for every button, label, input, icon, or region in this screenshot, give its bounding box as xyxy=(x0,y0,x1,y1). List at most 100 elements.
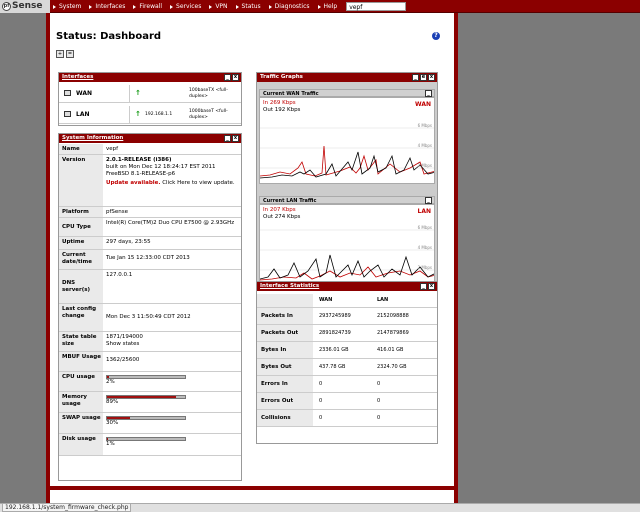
stats-lan-value: 2324.70 GB xyxy=(377,364,407,370)
stats-corner xyxy=(257,294,313,307)
traffic-graphs-widget: Traffic Graphs _ e x Current WAN Traffic _… xyxy=(256,72,438,285)
si-label: CPU usage xyxy=(59,372,103,391)
minimize-icon[interactable]: _ xyxy=(425,197,432,204)
version-freebsd: FreeBSD 8.1-RELEASE-p6 xyxy=(106,171,176,177)
hostname-box[interactable]: vepf xyxy=(346,1,407,11)
stats-label: Packets Out xyxy=(257,325,313,341)
stats-row: Bytes Out 437.78 GB 2324.70 GB xyxy=(257,359,437,376)
lan-graph-label: LAN xyxy=(417,208,432,215)
si-label: Disk usage xyxy=(59,434,103,455)
system-info-title[interactable]: System Information xyxy=(62,135,123,141)
interface-stats-widget: Interface Statistics _ x WAN LAN Packets … xyxy=(256,281,438,444)
wan-out-line xyxy=(260,151,434,179)
system-info-header: System Information _ x xyxy=(59,134,241,143)
nav-services[interactable]: Services xyxy=(167,0,206,13)
cpu-usage-fill xyxy=(107,376,109,378)
stats-label: Bytes Out xyxy=(257,359,313,375)
si-value: 297 days, 23:55 xyxy=(106,239,151,245)
swap-usage-text: 30% xyxy=(106,420,119,426)
minimize-icon[interactable]: _ xyxy=(425,90,432,97)
interfaces-widget: Interfaces _ x WAN ↑ 100baseTX <full-dupl… xyxy=(58,72,242,126)
interface-name[interactable]: WAN xyxy=(76,90,92,97)
si-value: Mon Dec 3 11:50:49 CDT 2012 xyxy=(106,314,191,320)
si-label: Platform xyxy=(59,207,103,217)
graph-tick: 2 Mbps xyxy=(417,265,432,270)
edit-icon[interactable]: e xyxy=(420,74,427,81)
update-link[interactable]: Click Here to view update. xyxy=(160,180,234,186)
nav-vpn[interactable]: VPN xyxy=(206,0,232,13)
stats-lan-value: 2147879869 xyxy=(377,330,409,336)
pfsense-logo[interactable]: pf Sense xyxy=(0,0,50,13)
save-layout-icon[interactable]: = xyxy=(66,50,74,58)
add-widget-icon[interactable]: + xyxy=(56,50,64,58)
nav-interfaces[interactable]: Interfaces xyxy=(86,0,130,13)
si-value: Intel(R) Core(TM)2 Duo CPU E7500 @ 2.93G… xyxy=(106,220,235,226)
si-version-row: Version 2.0.1-RELEASE (i386) built on Mo… xyxy=(59,155,241,207)
lan-out-rate: Out 274 Kbps xyxy=(263,214,301,220)
si-label: Name xyxy=(59,144,103,154)
system-info-widget: System Information _ x Name vepf Version … xyxy=(58,133,242,481)
stats-wan-value: 0 xyxy=(319,381,323,387)
stats-label: Collisions xyxy=(257,410,313,426)
lan-in-line xyxy=(260,266,434,281)
nav-firewall[interactable]: Firewall xyxy=(130,0,167,13)
disk-usage-fill xyxy=(107,438,108,440)
nav-diagnostics[interactable]: Diagnostics xyxy=(266,0,315,13)
traffic-graphs-title: Traffic Graphs xyxy=(260,74,303,80)
stats-header-row: WAN LAN xyxy=(257,294,437,308)
left-margin xyxy=(0,13,50,503)
stats-lan-value: 416.01 GB xyxy=(377,347,404,353)
stats-row: Collisions 0 0 xyxy=(257,410,437,427)
stats-wan-value: 2891824739 xyxy=(319,330,351,336)
interface-ip: 192.168.1.1 xyxy=(145,112,173,117)
stats-label: Packets In xyxy=(257,308,313,324)
stats-row: Errors In 0 0 xyxy=(257,376,437,393)
interface-name[interactable]: LAN xyxy=(76,111,90,118)
si-value: 127.0.0.1 xyxy=(106,272,133,278)
si-cpu-type-row: CPU Type Intel(R) Core(TM)2 Duo CPU E750… xyxy=(59,218,241,237)
graph-tick: 2 Mbps xyxy=(417,163,432,168)
logo-icon: pf xyxy=(2,1,11,11)
si-memory-row: Memory usage 89% xyxy=(59,392,241,413)
minimize-icon[interactable]: _ xyxy=(224,135,231,142)
stats-row: Packets Out 2891824739 2147879869 xyxy=(257,325,437,342)
si-label: MBUF Usage xyxy=(59,352,103,371)
help-icon[interactable]: ? xyxy=(432,32,440,40)
stats-wan-value: 0 xyxy=(319,415,323,421)
si-value: Tue Jan 15 12:33:00 CDT 2013 xyxy=(106,255,190,261)
nav-system[interactable]: System xyxy=(50,0,86,13)
wan-out-rate: Out 192 Kbps xyxy=(263,107,301,113)
minimize-icon[interactable]: _ xyxy=(224,74,231,81)
show-states-link[interactable]: Show states xyxy=(106,341,238,348)
graph-tick: 4 Mbps xyxy=(417,143,432,148)
traffic-graphs-header: Traffic Graphs _ e x xyxy=(257,73,437,82)
minimize-icon[interactable]: _ xyxy=(412,74,419,81)
si-label: SWAP usage xyxy=(59,413,103,433)
nav-status[interactable]: Status xyxy=(233,0,266,13)
stats-row: Bytes In 2336.01 GB 416.01 GB xyxy=(257,342,437,359)
network-icon xyxy=(64,90,71,96)
si-uptime-row: Uptime 297 days, 23:55 xyxy=(59,237,241,250)
close-icon[interactable]: x xyxy=(428,283,435,290)
interface-stats-title[interactable]: Interface Statistics xyxy=(260,283,319,289)
close-icon[interactable]: x xyxy=(428,74,435,81)
interface-row-wan: WAN ↑ 100baseTX <full-duplex> xyxy=(59,85,241,103)
close-icon[interactable]: x xyxy=(232,74,239,81)
stats-col-lan: LAN xyxy=(377,297,389,303)
si-label: Version xyxy=(59,155,103,206)
si-mbuf-row: MBUF Usage 1362/25600 xyxy=(59,352,241,372)
close-icon[interactable]: x xyxy=(232,135,239,142)
interfaces-widget-title[interactable]: Interfaces xyxy=(62,74,93,80)
nav-help[interactable]: Help xyxy=(315,0,343,13)
stats-row: Packets In 2937245989 2152098888 xyxy=(257,308,437,325)
wan-graph-title-bar: Current WAN Traffic _ xyxy=(259,89,435,97)
cpu-usage-bar xyxy=(106,375,186,379)
si-value: 2% xyxy=(106,374,238,386)
minimize-icon[interactable]: _ xyxy=(420,283,427,290)
si-dns-row: DNS server(s) 127.0.0.1 xyxy=(59,270,241,304)
stats-lan-value: 2152098888 xyxy=(377,313,409,319)
si-label: Memory usage xyxy=(59,392,103,412)
page-title: Status: Dashboard xyxy=(56,31,162,42)
up-arrow-icon: ↑ xyxy=(135,110,141,118)
footer-bar xyxy=(50,486,454,490)
